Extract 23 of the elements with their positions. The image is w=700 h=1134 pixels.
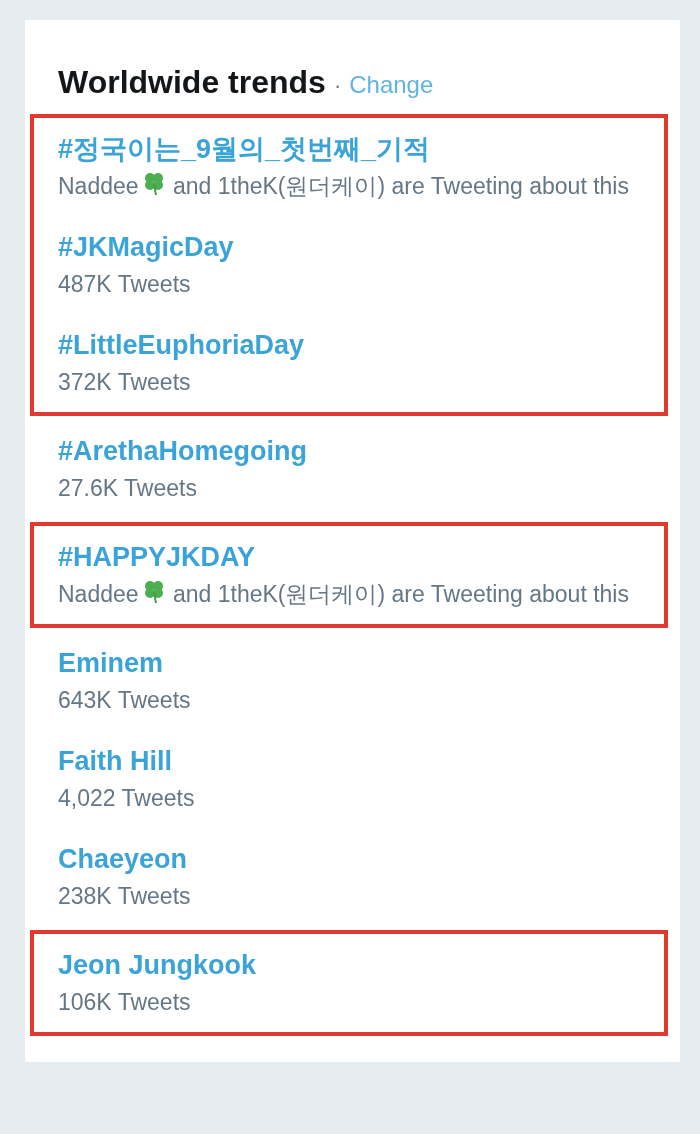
trend-link[interactable]: Jeon Jungkook bbox=[58, 946, 257, 984]
trend-link[interactable]: Eminem bbox=[58, 644, 164, 682]
user-name: Naddee bbox=[58, 173, 139, 199]
trend-link[interactable]: #ArethaHomegoing bbox=[58, 432, 308, 470]
trend-link[interactable]: #LittleEuphoriaDay bbox=[58, 326, 305, 364]
user-name: Naddee bbox=[58, 581, 139, 607]
tweet-count: 4,022 Tweets bbox=[58, 784, 196, 813]
tweet-count: 643K Tweets bbox=[58, 686, 192, 715]
tweet-count: 372K Tweets bbox=[58, 368, 192, 397]
trend-link[interactable]: #HAPPYJKDAY bbox=[58, 538, 256, 576]
tweet-count: 106K Tweets bbox=[58, 988, 192, 1017]
trend-link[interactable]: Chaeyeon bbox=[58, 840, 188, 878]
tweet-count: 27.6K Tweets bbox=[58, 474, 198, 503]
trend-link[interactable]: #정국이는_9월의_첫번째_기적 bbox=[58, 130, 431, 168]
separator-dot: · bbox=[333, 72, 342, 100]
trend-link[interactable]: #JKMagicDay bbox=[58, 228, 234, 266]
tweeting-context: and 1theK(원더케이) are Tweeting about this bbox=[172, 581, 629, 607]
tweeting-context: and 1theK(원더케이) are Tweeting about this bbox=[172, 173, 629, 199]
tweet-count: 487K Tweets bbox=[58, 270, 192, 299]
tweet-count: 238K Tweets bbox=[58, 882, 192, 911]
panel-title: Worldwide trends bbox=[58, 63, 326, 102]
trend-link[interactable]: Faith Hill bbox=[58, 742, 172, 780]
change-link[interactable]: Change bbox=[349, 63, 434, 107]
